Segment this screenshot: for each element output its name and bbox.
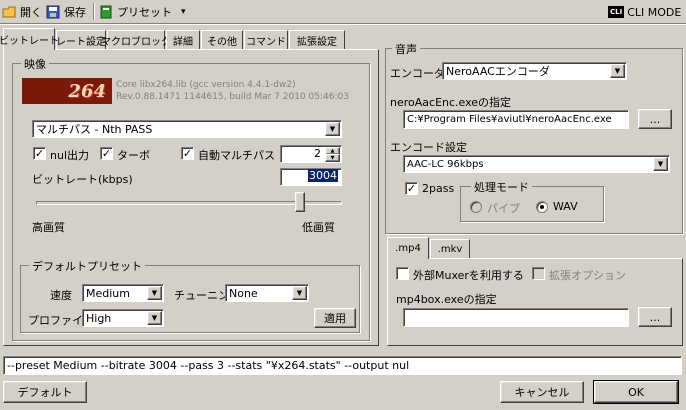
tab-rate-settings[interactable]: レート設定	[56, 30, 106, 50]
folder-open-icon	[2, 5, 17, 19]
tab-other[interactable]: その他	[201, 30, 243, 50]
turbo-checkbox[interactable]: ✓	[100, 147, 113, 160]
chevron-down-icon: ▼	[147, 311, 162, 325]
encode-mode-value: マルチパス - Nth PASS	[36, 123, 153, 136]
two-pass-checkbox[interactable]: ✓	[405, 182, 418, 195]
cli-mode-label: CLI MODE	[627, 5, 682, 19]
bitrate-value: 3004	[308, 169, 338, 182]
ok-button[interactable]: OK	[593, 380, 679, 404]
core-info-line1: Core libx264.lib (gcc version 4.4.1-dw2)	[116, 80, 296, 90]
x264-logo-text: 264	[68, 80, 106, 102]
tab-mkv[interactable]: .mkv	[430, 239, 470, 259]
quality-high-label: 高画質	[32, 221, 65, 234]
encoder-path-input[interactable]: C:¥Program Files¥aviutl¥neroAacEnc.exe	[403, 110, 629, 129]
tab-mp4[interactable]: .mp4	[387, 237, 429, 259]
chevron-down-icon: ▼	[292, 286, 307, 300]
save-button[interactable]: 保存	[46, 2, 86, 22]
mp4box-path-input[interactable]	[403, 308, 629, 327]
core-info-line2: Rev.0.88.1471 1144615, build Mar 7 2010 …	[116, 92, 349, 102]
encode-settings-value: AAC-LC 96kbps	[407, 158, 484, 170]
profile-select[interactable]: High ▼	[82, 309, 164, 327]
extension-option-label: 拡張オプション	[549, 269, 626, 282]
speed-label: 速度	[50, 289, 72, 302]
quality-low-label: 低画質	[302, 221, 335, 234]
preset-menu-button[interactable]: プリセット ▾	[99, 2, 186, 22]
spinner-down-icon[interactable]: ▼	[325, 154, 340, 162]
bitrate-label: ビットレート(kbps)	[32, 173, 133, 186]
browse-mp4box-button[interactable]: ...	[638, 307, 672, 327]
encoder-path-value: C:¥Program Files¥aviutl¥neroAacEnc.exe	[407, 114, 612, 125]
apply-button[interactable]: 適用	[314, 308, 356, 328]
video-tab-panel: 映像 264 Core libx264.lib (gcc version 4.4…	[3, 49, 379, 346]
audio-encoder-value: NeroAACエンコーダ	[446, 65, 550, 78]
chevron-down-icon: ▼	[325, 122, 340, 136]
nul-output-checkbox[interactable]: ✓	[33, 147, 46, 160]
encode-settings-label: エンコード設定	[390, 141, 467, 154]
external-muxer-label: 外部Muxerを利用する	[413, 269, 524, 282]
command-line-preview[interactable]: --preset Medium --bitrate 3004 --pass 3 …	[3, 356, 682, 375]
mp4box-path-label: mp4box.exeの指定	[396, 293, 497, 306]
mux-tab-strip: .mp4 .mkv	[387, 237, 487, 259]
tab-extended[interactable]: 拡張設定	[289, 30, 345, 50]
nul-output-label: nul出力	[50, 149, 89, 162]
audio-encoder-select[interactable]: NeroAACエンコーダ ▼	[442, 62, 627, 80]
browse-encoder-button[interactable]: ...	[638, 109, 672, 129]
chevron-down-icon: ▼	[610, 64, 625, 78]
pass-count-value: 2	[314, 147, 321, 160]
pass-count-spinner[interactable]: 2 ▲ ▼	[280, 145, 342, 163]
profile-value: High	[86, 311, 112, 325]
pipe-radio[interactable]	[470, 201, 482, 213]
toolbar-separator	[93, 3, 95, 20]
default-button[interactable]: デフォルト	[3, 381, 87, 403]
encode-settings-select[interactable]: AAC-LC 96kbps ▼	[403, 155, 670, 173]
process-mode-title: 処理モード	[471, 179, 532, 195]
tuning-select[interactable]: None ▼	[225, 284, 309, 302]
toolbar: 開く 保存 プリセット ▾ CLI CLI MODE	[0, 0, 686, 24]
cli-icon: CLI	[608, 6, 625, 18]
audio-group-title: 音声	[392, 41, 420, 57]
preset-label: プリセット	[117, 6, 172, 19]
external-muxer-checkbox[interactable]	[396, 267, 409, 280]
chevron-down-icon: ▼	[147, 286, 162, 300]
cli-mode-button[interactable]: CLI CLI MODE	[608, 2, 681, 22]
encode-mode-select[interactable]: マルチパス - Nth PASS ▼	[32, 120, 342, 138]
open-button[interactable]: 開く	[2, 2, 42, 22]
auto-multipass-label: 自動マルチパス	[198, 149, 275, 162]
extension-option-checkbox[interactable]	[532, 267, 545, 280]
tab-macroblock[interactable]: マクロブロック	[101, 30, 171, 50]
floppy-disk-icon	[46, 5, 61, 19]
chevron-down-icon: ▼	[653, 157, 668, 171]
dropdown-arrow-icon: ▾	[181, 7, 186, 17]
auto-multipass-checkbox[interactable]: ✓	[181, 147, 194, 160]
tab-command[interactable]: コマンド	[244, 30, 288, 50]
pipe-label: パイプ	[487, 202, 520, 215]
slider-thumb[interactable]	[295, 192, 305, 212]
bitrate-input[interactable]: 3004	[280, 168, 342, 186]
encoder-path-label: neroAacEnc.exeの指定	[390, 96, 512, 109]
cancel-button[interactable]: キャンセル	[500, 381, 584, 403]
encoder-label: エンコーダ	[390, 67, 445, 80]
tuning-value: None	[229, 286, 258, 300]
default-preset-title: デフォルトプリセット	[29, 258, 145, 274]
open-label: 開く	[20, 6, 42, 19]
turbo-label: ターボ	[117, 149, 150, 162]
wav-label: WAV	[553, 200, 578, 213]
quality-slider[interactable]	[36, 192, 342, 214]
wav-radio[interactable]	[536, 201, 548, 213]
speed-select[interactable]: Medium ▼	[82, 284, 164, 302]
tab-details[interactable]: 詳細	[166, 30, 200, 50]
video-tab-strip: ビットレート レート設定 マクロブロック 詳細 その他 コマンド 拡張設定	[0, 28, 379, 50]
video-group-title: 映像	[21, 56, 49, 72]
preset-book-icon	[99, 5, 114, 19]
command-line-text: --preset Medium --bitrate 3004 --pass 3 …	[7, 359, 410, 372]
tab-bitrate[interactable]: ビットレート	[0, 28, 59, 50]
save-label: 保存	[64, 6, 86, 19]
speed-value: Medium	[86, 286, 130, 300]
two-pass-label: 2pass	[422, 182, 455, 195]
x264-logo: 264	[22, 78, 112, 104]
